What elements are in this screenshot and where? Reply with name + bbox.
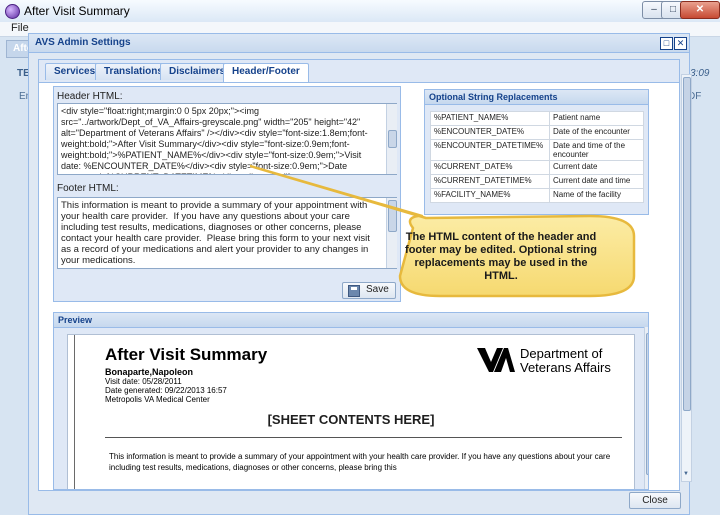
preview-footer-text: This information is meant to provide a s… (109, 452, 611, 472)
app-icon (5, 4, 20, 19)
scroll-down-arrow-icon[interactable]: ▼ (683, 471, 689, 478)
background-time: 3:09 (690, 68, 710, 79)
preview-doc-title: After Visit Summary (105, 345, 268, 364)
dialog-close-button[interactable]: ✕ (674, 37, 687, 50)
callout-text: The HTML content of the header and foote… (405, 231, 597, 282)
preview-panel: Preview After Visit Summary Bonaparte,Na… (53, 312, 649, 490)
window-close-button[interactable]: ✕ (680, 1, 720, 19)
dialog-title: AVS Admin Settings (35, 37, 131, 48)
dialog-header: AVS Admin Settings □ ✕ (29, 34, 689, 53)
va-name-line1: Department of (520, 346, 603, 361)
dialog-scrollbar[interactable]: ▼ (681, 74, 692, 482)
preview-document: After Visit Summary Bonaparte,Napoleon V… (67, 334, 635, 489)
preview-title: Preview (58, 315, 93, 325)
window-titlebar: After Visit Summary – □ ✕ (0, 0, 720, 23)
preview-header: Preview (54, 313, 648, 328)
optional-panel-title: Optional String Replacements (429, 92, 558, 102)
optional-panel-header: Optional String Replacements (425, 90, 648, 105)
footer-html-label: Footer HTML: (57, 183, 119, 194)
close-button[interactable]: Close (629, 492, 681, 509)
preview-scroll-thumb[interactable] (646, 333, 648, 475)
preview-scrollbar[interactable] (644, 327, 648, 489)
dialog-maximize-button[interactable]: □ (660, 37, 673, 50)
va-name-line2: Veterans Affairs (520, 360, 611, 375)
menu-file[interactable]: File (11, 22, 29, 34)
tab-strip: Services Translations Disclaimers Header… (39, 60, 679, 83)
preview-sheet-placeholder: [SHEET CONTENTS HERE] (267, 412, 435, 427)
va-logo-icon (477, 348, 515, 372)
preview-divider (105, 437, 622, 438)
tab-header-footer[interactable]: Header/Footer (223, 63, 309, 82)
preview-facility: Metropolis VA Medical Center (105, 395, 210, 404)
preview-date-generated: Date generated: 09/22/2013 16:57 (105, 386, 227, 395)
preview-patient-name: Bonaparte,Napoleon (105, 367, 194, 377)
preview-visit-date: Visit date: 05/28/2011 (105, 377, 182, 386)
dialog-scroll-thumb[interactable] (683, 77, 691, 411)
window-title: After Visit Summary (24, 4, 130, 18)
header-html-label: Header HTML: (57, 91, 123, 102)
